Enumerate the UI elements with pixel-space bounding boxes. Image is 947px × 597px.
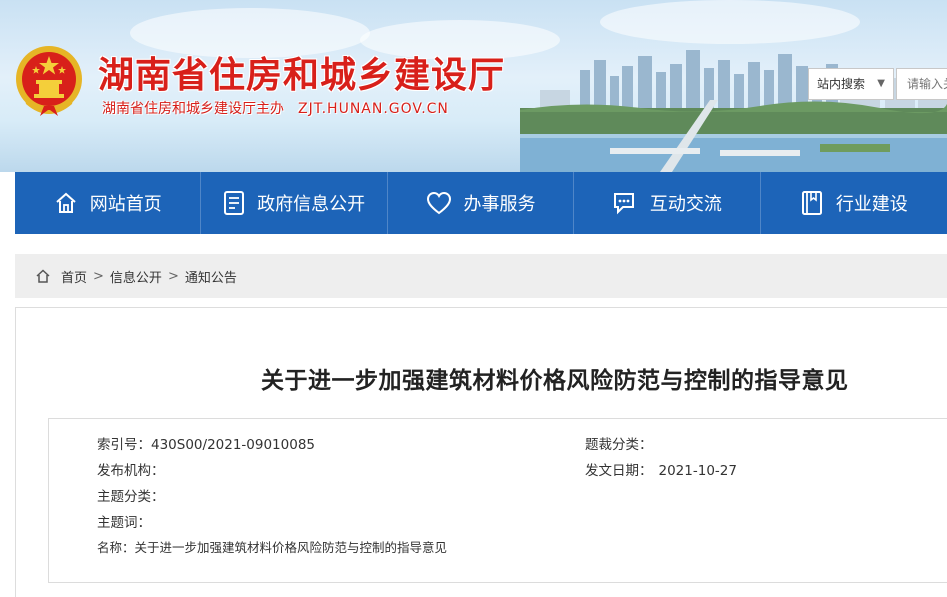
meta-topic: 主题分类：: [97, 485, 165, 505]
city-skyline-image: [520, 50, 947, 172]
breadcrumb-info-disclosure[interactable]: 信息公开: [110, 267, 162, 286]
breadcrumb-home[interactable]: 首页: [61, 267, 87, 286]
breadcrumb-notices[interactable]: 通知公告: [185, 267, 237, 286]
nav-item-gov-info[interactable]: 政府信息公开: [201, 172, 388, 234]
article-title: 关于进一步加强建筑材料价格风险防范与控制的指导意见: [261, 368, 849, 394]
site-subtitle: 湖南省住房和城乡建设厅主办 ZJT.HUNAN.GOV.CN: [102, 98, 449, 118]
nav-item-label: 行业建设: [835, 194, 908, 215]
nav-item-label: 网站首页: [89, 194, 162, 215]
nav-item-services[interactable]: 办事服务: [388, 172, 575, 234]
meta-category: 题裁分类：: [585, 433, 653, 453]
main-nav: 网站首页 政府信息公开 办事服务 互动交流 行业建设: [15, 172, 947, 234]
meta-value: 关于进一步加强建筑材料价格风险防范与控制的指导意见: [134, 540, 448, 555]
chevron-down-icon: ▼: [877, 78, 885, 89]
article-meta-box: 索引号：430S00/2021-09010085 题裁分类： 发布机构： 发文日…: [48, 418, 947, 583]
heart-icon: [426, 191, 451, 215]
book-icon: [801, 191, 822, 215]
site-title: 湖南省住房和城乡建设厅: [98, 55, 506, 96]
sponsor-text: 湖南省住房和城乡建设厅主办: [102, 101, 284, 117]
nav-item-label: 办事服务: [463, 194, 536, 215]
chat-icon: [613, 193, 634, 215]
meta-label: 发文日期：: [585, 463, 653, 479]
breadcrumb-separator: >: [167, 268, 179, 284]
meta-label: 主题词：: [97, 515, 151, 531]
nav-item-industry[interactable]: 行业建设: [761, 172, 947, 234]
meta-label: 主题分类：: [97, 489, 165, 505]
article-container: 关于进一步加强建筑材料价格风险防范与控制的指导意见 索引号：430S00/202…: [15, 307, 947, 597]
national-emblem-logo: [16, 46, 82, 116]
home-icon: [56, 192, 76, 213]
search-scope-label: 站内搜索: [817, 77, 866, 91]
site-domain: ZJT.HUNAN.GOV.CN: [298, 101, 449, 117]
nav-item-label: 互动交流: [649, 194, 722, 215]
meta-label: 题裁分类：: [585, 437, 653, 453]
breadcrumb-separator: >: [93, 268, 104, 284]
nav-item-home[interactable]: 网站首页: [15, 172, 202, 234]
nav-item-interaction[interactable]: 互动交流: [574, 172, 761, 234]
breadcrumb: 首页 > 信息公开 > 通知公告: [15, 254, 947, 298]
meta-label: 名称：: [97, 540, 135, 555]
meta-index: 索引号：430S00/2021-09010085: [97, 433, 315, 453]
meta-value: 2021-10-27: [658, 463, 737, 479]
meta-label: 索引号：: [97, 437, 151, 453]
document-icon: [224, 191, 245, 215]
meta-value: 430S00/2021-09010085: [151, 437, 316, 453]
meta-date: 发文日期： 2021-10-27: [585, 459, 737, 479]
site-header: 湖南省住房和城乡建设厅 湖南省住房和城乡建设厅主办 ZJT.HUNAN.GOV.C…: [0, 0, 947, 172]
search-input[interactable]: [896, 68, 947, 100]
search-scope-select[interactable]: 站内搜索 ▼: [808, 68, 894, 100]
home-icon: [36, 269, 50, 283]
cloud-decoration: [600, 0, 860, 44]
meta-name: 名称：关于进一步加强建筑材料价格风险防范与控制的指导意见: [97, 537, 447, 556]
nav-item-label: 政府信息公开: [257, 194, 366, 215]
meta-keywords: 主题词：: [97, 511, 151, 531]
meta-label: 发布机构：: [97, 463, 165, 479]
meta-publisher: 发布机构：: [97, 459, 165, 479]
